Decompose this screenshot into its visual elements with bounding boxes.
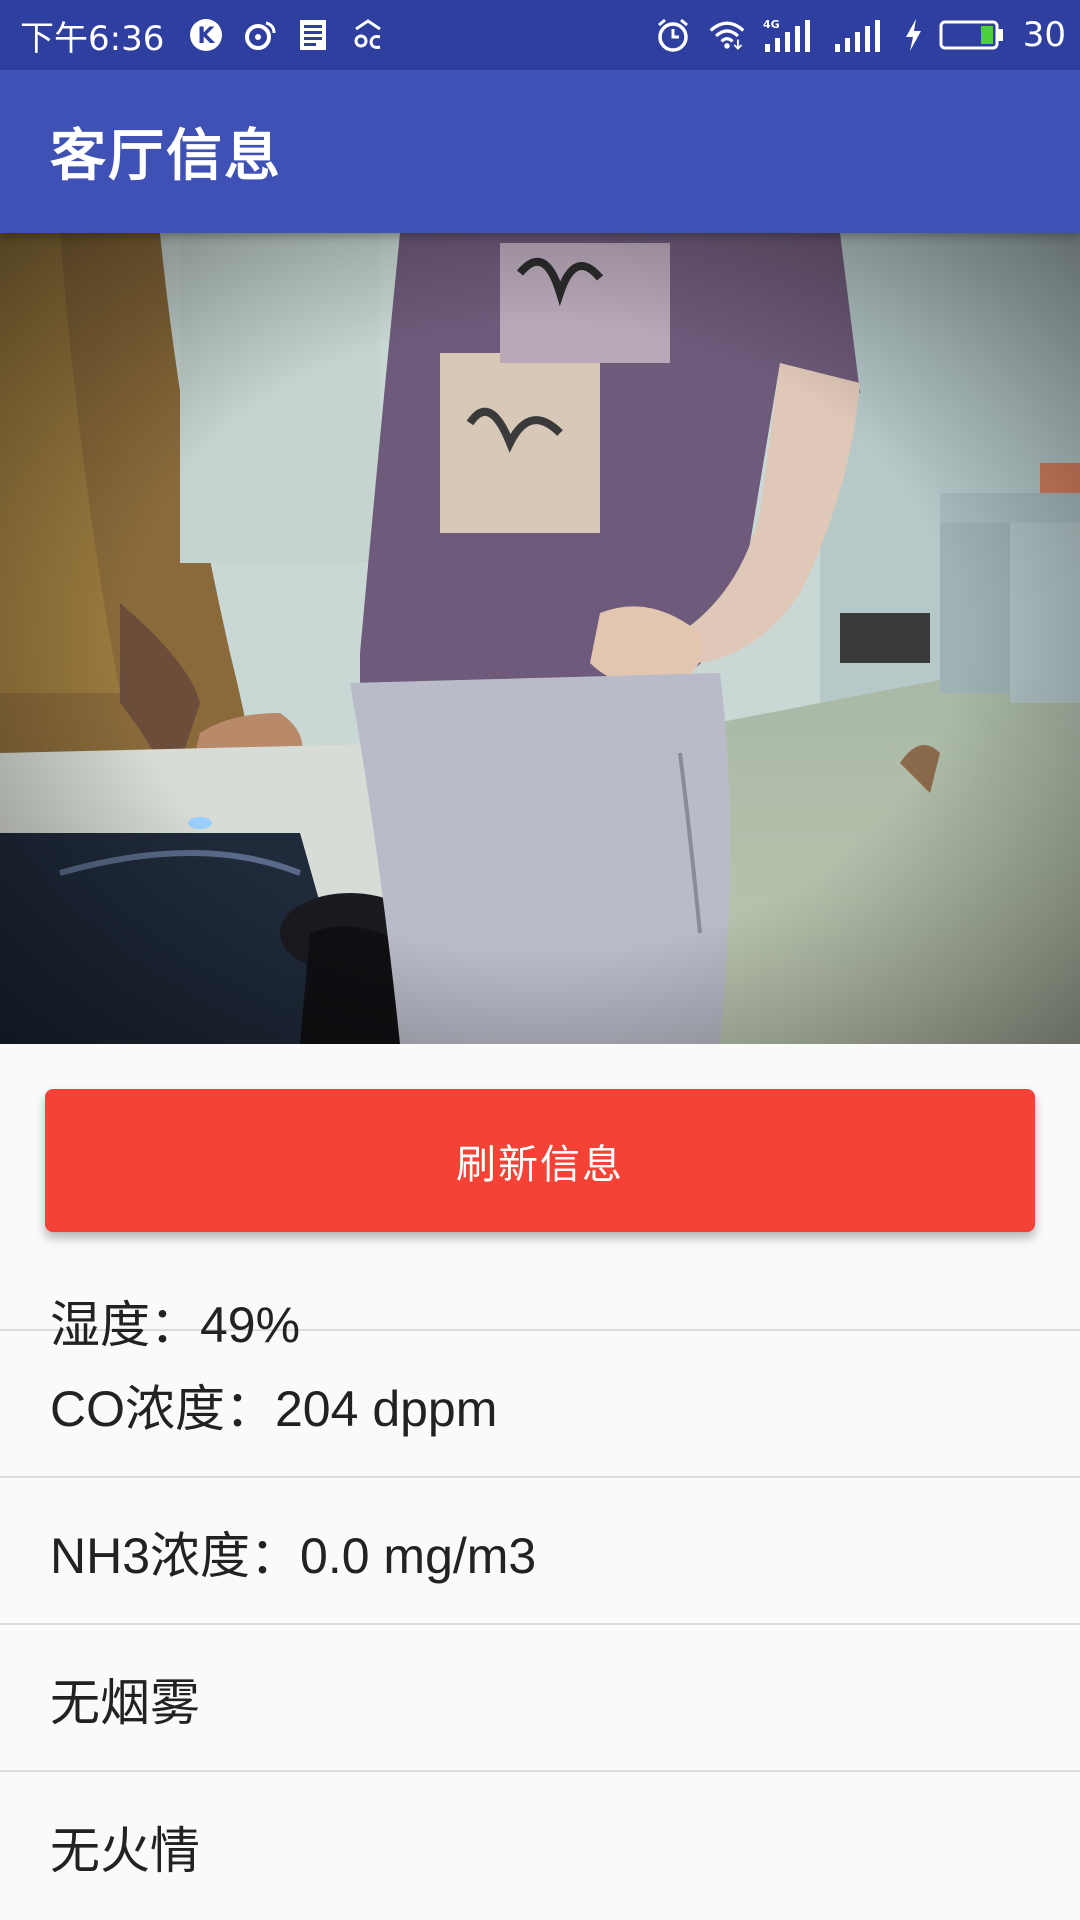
- status-bar: 下午6:36 K 4G 30: [0, 0, 1080, 70]
- svg-text:K: K: [198, 24, 216, 49]
- app-bar: 客厅信息: [0, 70, 1080, 233]
- battery-level: 30: [1022, 15, 1066, 55]
- list-item-label: CO浓度：204 dppm: [50, 1380, 498, 1437]
- cloud-icon: [348, 15, 388, 55]
- refresh-button[interactable]: 刷新信息: [45, 1089, 1035, 1232]
- page-title: 客厅信息: [50, 124, 282, 189]
- status-right-icons: 4G 30: [653, 15, 1066, 55]
- list-item: 无烟雾: [0, 1627, 1080, 1772]
- news-icon: [294, 15, 334, 55]
- signal-icon: [831, 15, 887, 55]
- list-item: 湿度：49%: [0, 1232, 1080, 1353]
- camera-feed-image: [0, 233, 1080, 1044]
- svg-text:4G: 4G: [763, 18, 780, 31]
- info-list: 湿度：49% CO浓度：204 dppm NH3浓度：0.0 mg/m3 无烟雾…: [0, 1232, 1080, 1920]
- wifi-icon: [707, 15, 747, 55]
- signal-4g-icon: 4G: [761, 15, 817, 55]
- status-time: 下午6:36: [20, 18, 165, 59]
- list-item: NH3浓度：0.0 mg/m3: [0, 1480, 1080, 1625]
- k-app-icon: K: [186, 15, 226, 55]
- list-item: CO浓度：204 dppm: [0, 1333, 1080, 1478]
- charging-icon: [901, 15, 925, 55]
- alarm-icon: [653, 15, 693, 55]
- list-item-label: 无烟雾: [50, 1674, 200, 1731]
- list-item-label: 无火情: [50, 1822, 200, 1879]
- weibo-icon: [240, 15, 280, 55]
- list-item-label: NH3浓度：0.0 mg/m3: [50, 1527, 537, 1584]
- status-left-icons: K: [186, 15, 388, 55]
- battery-icon: [939, 15, 1005, 55]
- list-item: 无火情: [0, 1774, 1080, 1919]
